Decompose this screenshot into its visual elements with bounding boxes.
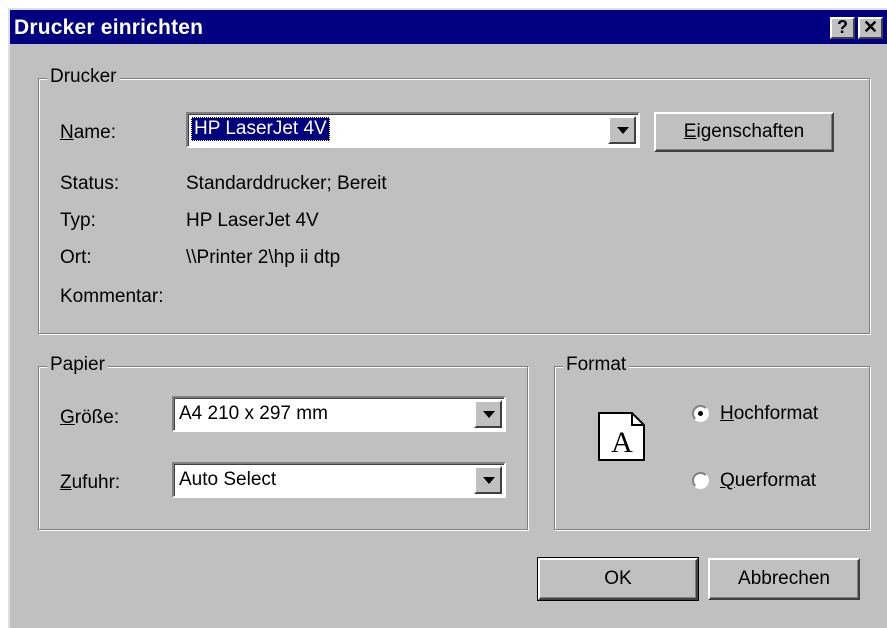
portrait-label[interactable]: Hochformat xyxy=(720,403,818,425)
printer-name-dropdown[interactable]: HP LaserJet 4V xyxy=(186,112,640,148)
help-button[interactable]: ? xyxy=(830,17,855,39)
close-button[interactable]: ✕ xyxy=(858,17,883,39)
portrait-radio[interactable] xyxy=(692,405,709,422)
chevron-down-icon[interactable] xyxy=(608,116,636,144)
print-setup-dialog: Drucker einrichten ? ✕ Drucker Name: HP … xyxy=(8,8,887,628)
type-label: Typ: xyxy=(60,210,96,231)
paper-size-label: Größe: xyxy=(60,407,120,428)
printer-group-legend: Drucker xyxy=(47,66,120,88)
dialog-title: Drucker einrichten xyxy=(14,16,204,39)
status-label: Status: xyxy=(60,173,120,194)
location-label: Ort: xyxy=(60,247,92,268)
status-value: Standarddrucker; Bereit xyxy=(186,173,387,194)
location-value: \\Printer 2\hp ii dtp xyxy=(186,247,341,268)
paper-size-value: A4 210 x 297 mm xyxy=(179,403,328,424)
portrait-page-icon: A xyxy=(598,412,645,461)
cancel-button[interactable]: Abbrechen xyxy=(708,558,860,600)
landscape-radio[interactable] xyxy=(692,472,709,489)
chevron-down-icon[interactable] xyxy=(474,400,502,428)
properties-button[interactable]: Eigenschaften xyxy=(654,112,834,152)
type-value: HP LaserJet 4V xyxy=(186,210,319,231)
comment-label: Kommentar: xyxy=(60,286,164,307)
svg-text:A: A xyxy=(611,426,633,459)
landscape-label[interactable]: Querformat xyxy=(720,470,816,492)
paper-group-legend: Papier xyxy=(47,354,108,376)
orientation-group-legend: Format xyxy=(563,354,630,376)
title-bar[interactable]: Drucker einrichten ? ✕ xyxy=(10,10,887,44)
paper-source-value: Auto Select xyxy=(179,469,277,490)
ok-button[interactable]: OK xyxy=(537,557,699,601)
paper-size-dropdown[interactable]: A4 210 x 297 mm xyxy=(172,396,506,432)
paper-source-label: Zufuhr: xyxy=(60,472,121,493)
paper-group: Papier xyxy=(38,354,528,530)
paper-source-dropdown[interactable]: Auto Select xyxy=(172,462,506,498)
chevron-down-icon[interactable] xyxy=(474,466,502,494)
printer-name-label: Name: xyxy=(60,122,116,143)
printer-name-value: HP LaserJet 4V xyxy=(191,117,330,141)
